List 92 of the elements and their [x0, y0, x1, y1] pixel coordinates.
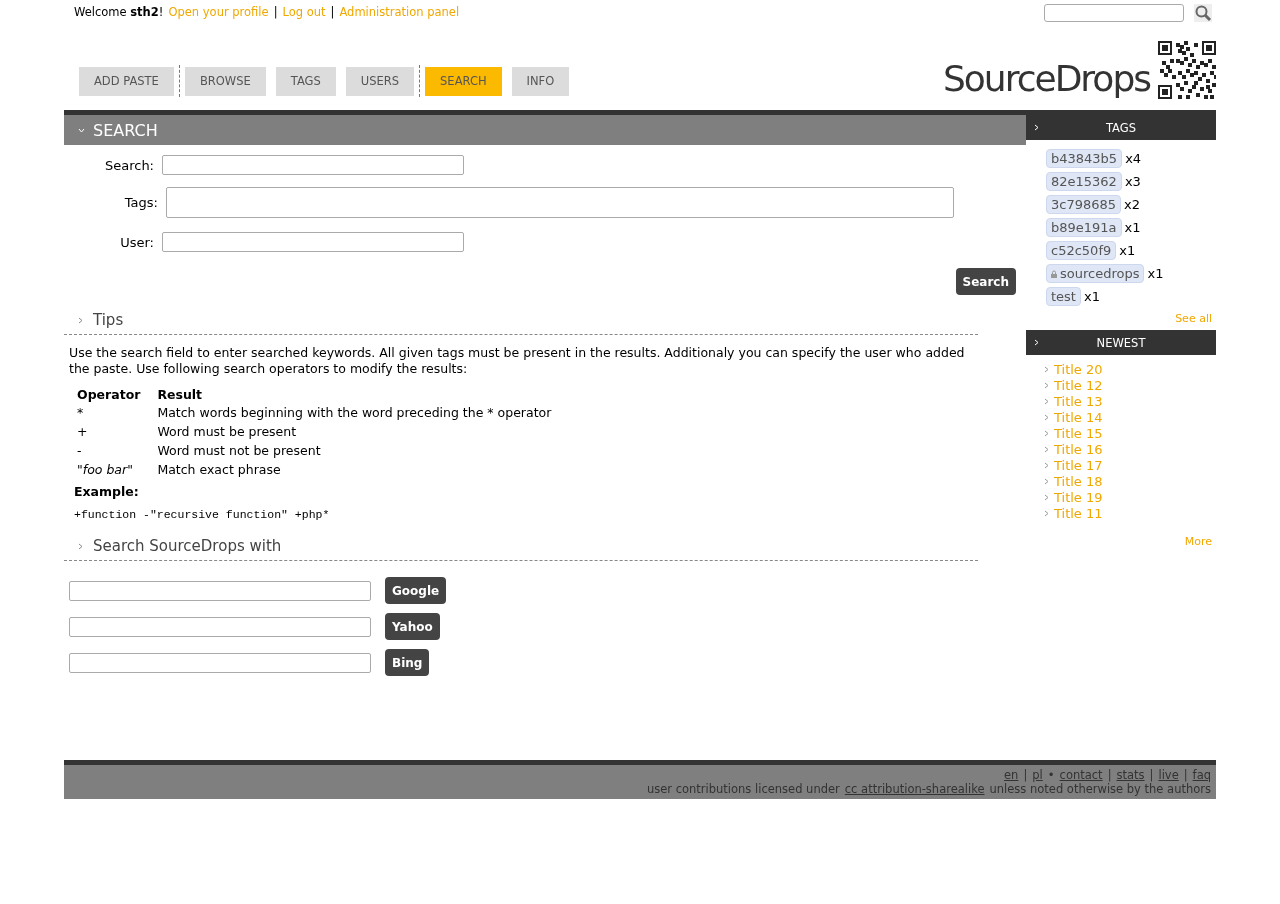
- footer-link[interactable]: pl: [1032, 768, 1043, 782]
- paste-link[interactable]: Title 13: [1054, 393, 1103, 409]
- tag-count: x1: [1119, 243, 1136, 258]
- tag[interactable]: b43843b5: [1046, 149, 1123, 168]
- table-cell-text: Match words beginning with the word preceding the * operator: [156, 404, 553, 422]
- tag[interactable]: test: [1046, 287, 1081, 306]
- link[interactable]: Administration panel: [339, 5, 460, 19]
- logo-text: SourceDrops: [943, 59, 1150, 99]
- paste-link[interactable]: Title 18: [1054, 473, 1103, 489]
- table-cell-text: Match exact phrase: [156, 461, 282, 479]
- table-cell-text: +: [76, 423, 89, 441]
- welcome-text: Welcome sth2!: [74, 5, 164, 19]
- tag-count: x3: [1124, 174, 1141, 189]
- subsection-title: Tips: [93, 311, 124, 329]
- nav-tab[interactable]: INFO: [511, 66, 570, 96]
- search-field[interactable]: [1044, 4, 1184, 22]
- search-button[interactable]: Search: [955, 268, 1016, 295]
- footer-link[interactable]: live: [1158, 768, 1179, 782]
- tag-count: x1: [1124, 220, 1141, 235]
- column-header: Operator: [76, 387, 142, 403]
- search-icon[interactable]: [1194, 4, 1212, 22]
- subsection-title: Search SourceDrops with: [93, 537, 282, 555]
- tag-count: x1: [1083, 289, 1100, 304]
- separator: |: [1183, 768, 1188, 782]
- separator: •: [1047, 768, 1055, 782]
- field-label: User:: [119, 234, 154, 250]
- separator: |: [330, 5, 335, 19]
- nav-tab[interactable]: BROWSE: [184, 66, 266, 96]
- example-label: Example:: [74, 484, 140, 499]
- input-field[interactable]: [69, 580, 371, 601]
- table-cell-text: -: [76, 442, 83, 460]
- nav-tab[interactable]: TAGS: [275, 66, 336, 96]
- paste-link[interactable]: Title 12: [1054, 377, 1103, 393]
- footer-link[interactable]: contact: [1059, 768, 1103, 782]
- separator: |: [1107, 768, 1112, 782]
- section-title: SEARCH: [93, 120, 158, 140]
- more-link[interactable]: More: [1184, 535, 1212, 548]
- paste-link[interactable]: Title 17: [1054, 457, 1103, 473]
- sidebar-title: TAGS: [1105, 120, 1137, 135]
- tips-paragraph: Use the search field to enter searched keywords. All given tags must be present in the results. Additionaly you can specify the user who added the paste. Use following search operators to modify the results:: [69, 345, 966, 377]
- tag[interactable]: sourcedrops: [1046, 264, 1145, 283]
- tag[interactable]: b89e191a: [1046, 218, 1122, 237]
- input-field[interactable]: [166, 187, 954, 218]
- tag-count: x1: [1147, 266, 1164, 281]
- chevron-icon: [78, 316, 83, 324]
- search-engine-button[interactable]: Google: [385, 577, 447, 604]
- table-cell-text: "foo bar": [76, 461, 134, 479]
- footer-text: user contributions licensed under: [646, 782, 840, 796]
- field-label: Search:: [103, 157, 154, 173]
- tag[interactable]: 82e15362: [1046, 172, 1122, 191]
- paste-link[interactable]: Title 20: [1054, 361, 1103, 377]
- tag-count: x2: [1124, 197, 1140, 212]
- sidebar-title: NEWEST: [1095, 335, 1147, 350]
- table-cell-text: Word must not be present: [156, 442, 322, 460]
- tag-count: x4: [1125, 151, 1142, 166]
- example-code: +function -"recursive function" +php*: [74, 508, 331, 521]
- license-link[interactable]: cc attribution-sharealike: [844, 782, 985, 796]
- separator: |: [273, 5, 278, 19]
- link[interactable]: Open your profile: [168, 5, 269, 19]
- nav-tab[interactable]: USERS: [345, 66, 415, 96]
- input-field[interactable]: [162, 232, 464, 252]
- paste-link[interactable]: Title 19: [1054, 489, 1103, 505]
- search-engine-button[interactable]: Yahoo: [385, 613, 440, 640]
- paste-link[interactable]: Title 11: [1054, 505, 1103, 521]
- separator: |: [1149, 768, 1154, 782]
- paste-link[interactable]: Title 16: [1054, 441, 1103, 457]
- chevron-icon: [78, 127, 85, 133]
- input-field[interactable]: [69, 652, 371, 673]
- tag[interactable]: c52c50f9: [1046, 241, 1117, 260]
- qr-code-icon: [1158, 41, 1216, 99]
- table-cell-text: Word must be present: [156, 423, 298, 441]
- footer-text: unless noted otherwise by the authors: [989, 782, 1211, 796]
- chevron-icon: [1034, 124, 1039, 131]
- column-header: Result: [156, 387, 204, 403]
- paste-link[interactable]: Title 15: [1054, 425, 1103, 441]
- nav-tab[interactable]: ADD PASTE: [79, 66, 174, 96]
- field-label: Tags:: [123, 195, 158, 210]
- paste-link[interactable]: Title 14: [1054, 409, 1103, 425]
- footer-link[interactable]: stats: [1116, 768, 1145, 782]
- nav-tab[interactable]: SEARCH: [425, 66, 502, 96]
- chevron-icon: [78, 542, 83, 550]
- table-cell-text: *: [76, 404, 85, 422]
- see-all-link[interactable]: See all: [1175, 312, 1212, 325]
- input-field[interactable]: [69, 616, 371, 637]
- input-field[interactable]: [162, 155, 464, 175]
- chevron-icon: [1034, 339, 1039, 346]
- footer-link[interactable]: en: [1004, 768, 1019, 782]
- tag[interactable]: 3c798685: [1046, 195, 1122, 214]
- separator: |: [1023, 768, 1028, 782]
- link[interactable]: Log out: [282, 5, 326, 19]
- search-engine-button[interactable]: Bing: [385, 649, 430, 676]
- footer-link[interactable]: faq: [1192, 768, 1211, 782]
